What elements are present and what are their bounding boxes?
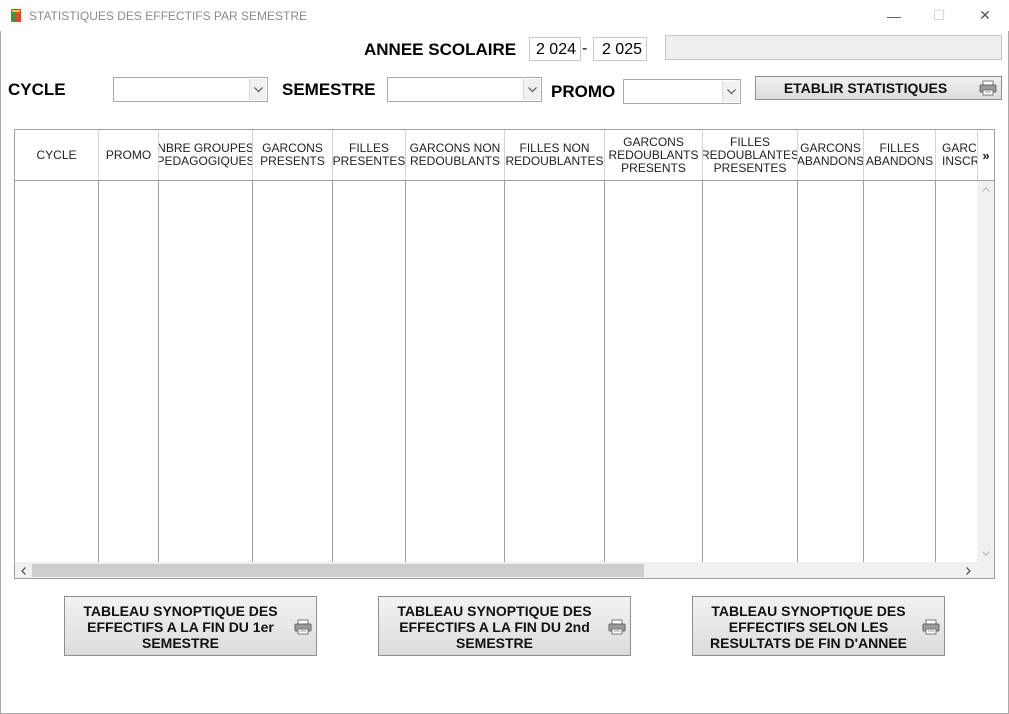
window-title: STATISTIQUES DES EFFECTIFS PAR SEMESTRE <box>29 9 308 23</box>
end-year-field[interactable]: 2 025 <box>593 37 647 61</box>
column-divider <box>604 181 605 562</box>
report-fin-1er-semestre-button[interactable]: TABLEAU SYNOPTIQUE DES EFFECTIFS A LA FI… <box>64 596 317 656</box>
chevron-down-icon[interactable] <box>523 79 540 100</box>
printer-icon <box>294 619 312 635</box>
column-header-garcons-abandons[interactable]: GARCONS ABANDONS <box>798 130 864 180</box>
column-header-filles-non-redoublantes[interactable]: FILLES NON REDOUBLANTES <box>505 130 605 180</box>
column-header-nbre-groupes[interactable]: NBRE GROUPES PEDAGOGIQUES <box>159 130 253 180</box>
more-columns-icon[interactable]: » <box>978 130 994 180</box>
close-button[interactable]: ✕ <box>962 0 1008 31</box>
scroll-right-icon[interactable] <box>960 562 977 578</box>
cycle-select[interactable] <box>113 77 268 102</box>
status-field <box>665 35 1002 60</box>
start-year-field[interactable]: 2 024 <box>529 37 581 61</box>
app-icon <box>11 9 21 22</box>
column-divider <box>332 181 333 562</box>
minimize-icon: — <box>887 7 901 24</box>
column-divider <box>504 181 505 562</box>
column-header-cycle[interactable]: CYCLE <box>15 130 99 180</box>
annee-scolaire-label: ANNEE SCOLAIRE <box>364 40 517 59</box>
promo-label: PROMO <box>551 82 616 101</box>
table-header: CYCLE PROMO NBRE GROUPES PEDAGOGIQUES GA… <box>15 130 994 181</box>
column-divider <box>935 181 936 562</box>
cycle-label: CYCLE <box>8 80 66 99</box>
column-divider <box>405 181 406 562</box>
column-divider <box>158 181 159 562</box>
report-fin-1er-semestre-label: TABLEAU SYNOPTIQUE DES EFFECTIFS A LA FI… <box>83 603 278 651</box>
printer-icon <box>979 80 997 96</box>
minimize-button[interactable]: — <box>871 0 917 31</box>
column-divider <box>252 181 253 562</box>
chevron-down-icon[interactable] <box>722 81 739 102</box>
maximize-icon: ☐ <box>932 7 946 23</box>
column-header-filles-redoublantes-presentes[interactable]: FILLES REDOUBLANTES PRESENTES <box>703 130 798 180</box>
column-divider <box>797 181 798 562</box>
column-header-promo[interactable]: PROMO <box>99 130 159 180</box>
etablir-statistiques-button[interactable]: ETABLIR STATISTIQUES <box>755 76 1002 100</box>
scroll-left-icon[interactable] <box>15 562 32 578</box>
report-fin-2nd-semestre-label: TABLEAU SYNOPTIQUE DES EFFECTIFS A LA FI… <box>397 603 592 651</box>
column-divider <box>702 181 703 562</box>
report-fin-2nd-semestre-button[interactable]: TABLEAU SYNOPTIQUE DES EFFECTIFS A LA FI… <box>378 596 631 656</box>
horizontal-scroll-thumb[interactable] <box>32 564 644 577</box>
report-fin-annee-button[interactable]: TABLEAU SYNOPTIQUE DES EFFECTIFS SELON L… <box>692 596 945 656</box>
chevron-down-icon[interactable] <box>249 79 266 100</box>
semestre-select[interactable] <box>387 77 542 102</box>
printer-icon <box>608 619 626 635</box>
column-header-garcons-redoublants-presents[interactable]: GARCONS REDOUBLANTS PRESENTS <box>605 130 703 180</box>
etablir-statistiques-label: ETABLIR STATISTIQUES <box>783 80 948 96</box>
column-divider <box>98 181 99 562</box>
close-icon: ✕ <box>979 7 991 23</box>
promo-select[interactable] <box>623 79 741 104</box>
maximize-button[interactable]: ☐ <box>916 0 962 31</box>
column-header-garcons-non-redoublants[interactable]: GARCONS NON REDOUBLANTS <box>406 130 505 180</box>
semestre-label: SEMESTRE <box>282 80 376 99</box>
scroll-down-icon[interactable] <box>977 545 994 562</box>
column-header-filles-abandons[interactable]: FILLES ABANDONS <box>864 130 936 180</box>
title-bar[interactable]: STATISTIQUES DES EFFECTIFS PAR SEMESTRE … <box>0 0 1009 31</box>
column-divider <box>863 181 864 562</box>
statistics-table[interactable]: CYCLE PROMO NBRE GROUPES PEDAGOGIQUES GA… <box>14 129 995 579</box>
horizontal-scrollbar[interactable] <box>15 562 994 578</box>
column-header-garcons-inscrits[interactable]: GARCONS INSCRITS <box>936 130 978 180</box>
scroll-up-icon[interactable] <box>977 181 994 198</box>
column-header-filles-presentes[interactable]: FILLES PRESENTES <box>333 130 406 180</box>
vertical-scrollbar[interactable] <box>977 181 994 562</box>
printer-icon <box>922 619 940 635</box>
year-separator: - <box>582 40 588 57</box>
column-header-garcons-presents[interactable]: GARCONS PRESENTS <box>253 130 333 180</box>
report-fin-annee-label: TABLEAU SYNOPTIQUE DES EFFECTIFS SELON L… <box>710 603 907 651</box>
